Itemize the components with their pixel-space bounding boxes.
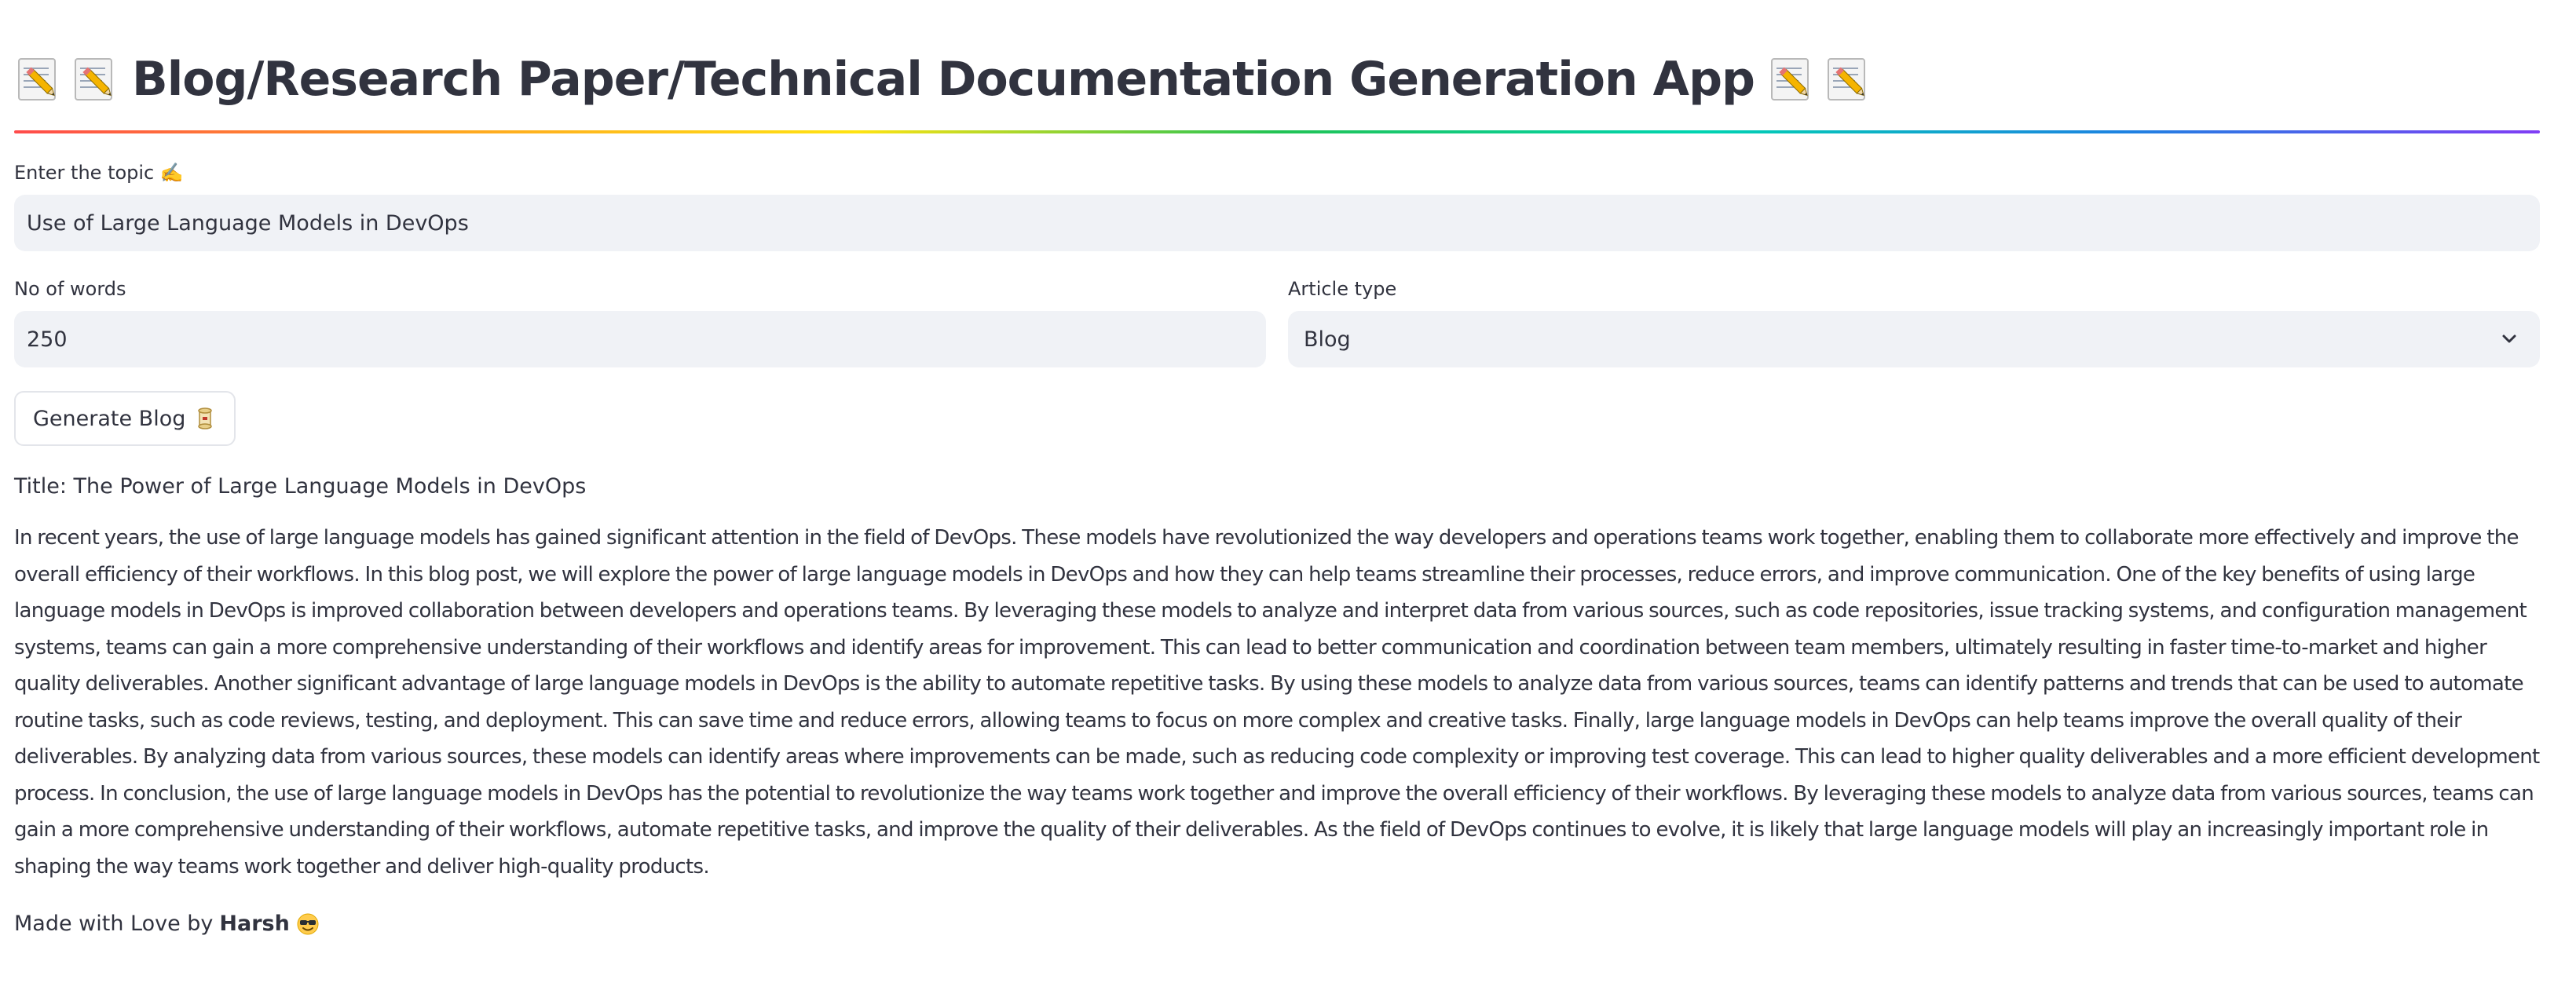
memo-icon [1824,56,1871,103]
sunglasses-face-icon [297,913,319,935]
topic-input-value: Use of Large Language Models in DevOps [27,210,469,236]
generate-blog-button[interactable]: Generate Blog [14,391,236,446]
article-title: Title: The Power of Large Language Model… [14,474,587,499]
article-type-selected: Blog [1304,327,1351,352]
footer-credit: Made with Love by Harsh [14,908,2540,940]
memo-icon [14,56,61,103]
words-label: No of words [14,278,126,300]
words-field: No of words 250 [14,276,1266,367]
main-content: Blog/Research Paper/Technical Documentat… [14,44,2540,940]
rolled-paper-icon [198,407,213,429]
memo-icon [71,56,118,103]
article-type-field: Article type Blog [1288,276,2540,367]
topic-label: Enter the topic ✍️ [14,162,184,184]
words-input-value: 250 [27,327,68,352]
topic-field: Enter the topic ✍️ Use of Large Language… [14,160,2540,251]
generate-button-label: Generate Blog [33,406,186,431]
memo-icon [1767,56,1814,103]
article-body: In recent years, the use of large langua… [14,526,2540,879]
title-divider [14,130,2540,133]
app-page: Blog/Research Paper/Technical Documentat… [0,0,2576,983]
footer-prefix: Made with Love by [14,912,214,936]
app-title-text: Blog/Research Paper/Technical Documentat… [132,52,1755,107]
options-row: No of words 250 Article type Blog [14,276,2540,367]
chevron-down-icon [2502,334,2516,343]
footer-author: Harsh [219,912,290,936]
article-type-select[interactable]: Blog [1288,311,2540,367]
page-title: Blog/Research Paper/Technical Documentat… [14,44,2540,115]
topic-input[interactable]: Use of Large Language Models in DevOps [14,195,2540,251]
words-input[interactable]: 250 [14,311,1266,367]
article-type-label: Article type [1288,278,1397,300]
